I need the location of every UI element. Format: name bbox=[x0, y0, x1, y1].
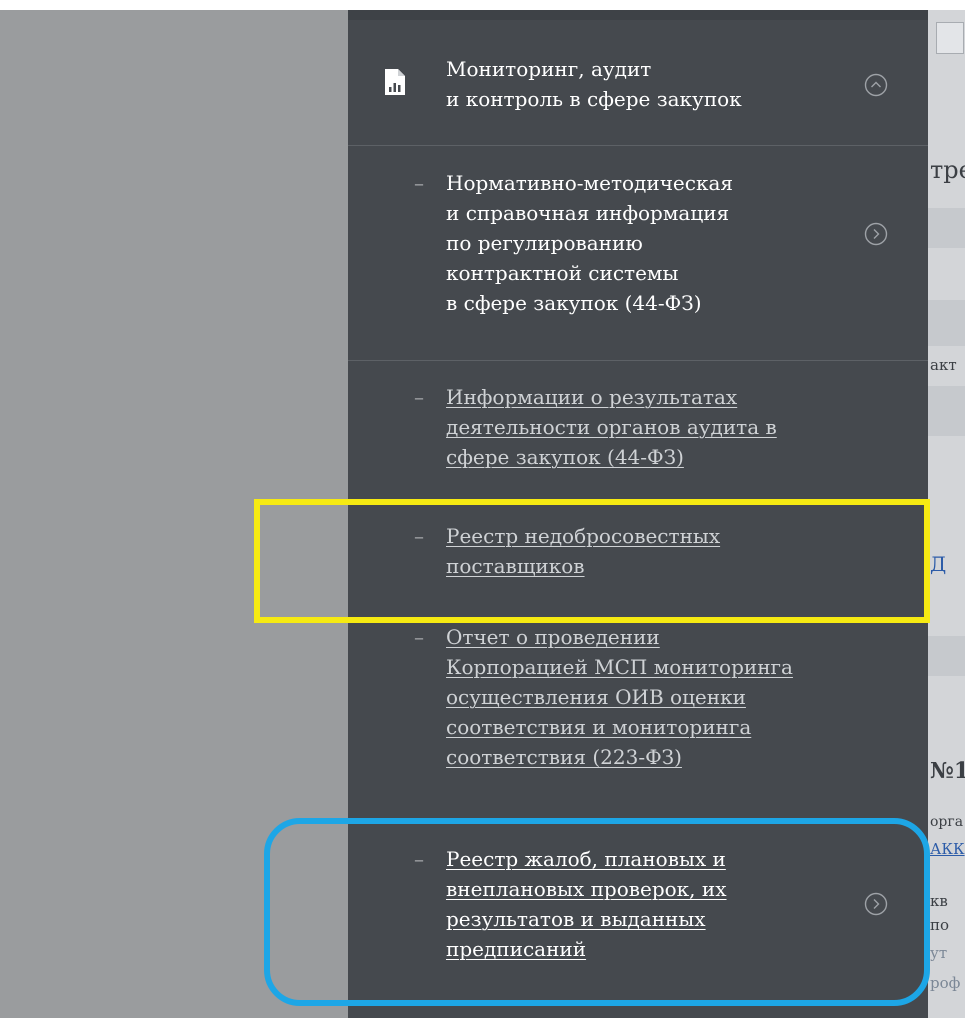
background-text: кв bbox=[930, 892, 948, 910]
menu-item-line: Корпорацией МСП мониторинга bbox=[446, 655, 793, 679]
menu-item-line: по регулированию bbox=[446, 231, 643, 255]
background-text: акт bbox=[930, 356, 957, 374]
background-text: орга bbox=[930, 814, 964, 830]
menu-item-line: Нормативно-методическая bbox=[446, 171, 733, 195]
chevron-right-circle-icon[interactable] bbox=[864, 222, 888, 246]
menu-item-line: в сфере закупок (44-ФЗ) bbox=[446, 291, 702, 315]
item-dash: – bbox=[414, 385, 424, 409]
menu-divider bbox=[348, 145, 928, 146]
background-page: тре акт Д №15 орга АКК кв по ут роф bbox=[928, 0, 965, 1018]
menu-link-audit-results[interactable]: Информации о результатах деятельности ор… bbox=[446, 382, 886, 472]
menu-divider bbox=[348, 360, 928, 361]
background-band bbox=[928, 300, 965, 346]
background-text: роф bbox=[930, 974, 961, 992]
menu-item-line: и справочная информация bbox=[446, 201, 730, 225]
background-text: тре bbox=[930, 156, 965, 184]
menu-item-line: осуществления ОИВ оценки bbox=[446, 685, 746, 709]
highlight-yellow-box bbox=[254, 499, 930, 623]
background-text: ут bbox=[930, 944, 948, 962]
top-strip bbox=[0, 0, 965, 10]
background-link[interactable]: Д bbox=[930, 552, 946, 576]
background-band bbox=[928, 386, 965, 436]
menu-item-line: соответствия и мониторинга bbox=[446, 715, 752, 739]
background-link[interactable]: АКК bbox=[930, 840, 965, 858]
menu-top-bar bbox=[348, 10, 928, 20]
background-text: по bbox=[930, 916, 950, 934]
item-dash: – bbox=[414, 625, 424, 649]
menu-item-line: сфере закупок (44-ФЗ) bbox=[446, 445, 684, 469]
background-text: №15 bbox=[930, 758, 965, 784]
menu-section-title-line: и контроль в сфере закупок bbox=[446, 87, 742, 111]
menu-item-line: соответствия (223-ФЗ) bbox=[446, 745, 682, 769]
screen: тре акт Д №15 орга АКК кв по ут роф Мони… bbox=[0, 0, 965, 1018]
chevron-up-circle-icon[interactable] bbox=[864, 73, 888, 97]
menu-item-line: деятельности органов аудита в bbox=[446, 415, 777, 439]
menu-item-line: контрактной системы bbox=[446, 261, 679, 285]
background-band bbox=[928, 636, 965, 676]
background-search-box bbox=[936, 22, 964, 54]
menu-item-line: Отчет о проведении bbox=[446, 625, 660, 649]
highlight-blue-box bbox=[264, 818, 930, 1006]
menu-item-normative-info[interactable]: Нормативно-методическая и справочная инф… bbox=[446, 168, 886, 318]
background-band bbox=[928, 208, 965, 248]
report-chart-icon bbox=[385, 69, 405, 95]
menu-link-msp-monitoring-report[interactable]: Отчет о проведении Корпорацией МСП монит… bbox=[446, 622, 886, 772]
menu-section-title[interactable]: Мониторинг, аудит и контроль в сфере зак… bbox=[446, 54, 846, 114]
item-dash: – bbox=[414, 171, 424, 195]
menu-section-title-line: Мониторинг, аудит bbox=[446, 57, 652, 81]
menu-item-line: Информации о результатах bbox=[446, 385, 738, 409]
